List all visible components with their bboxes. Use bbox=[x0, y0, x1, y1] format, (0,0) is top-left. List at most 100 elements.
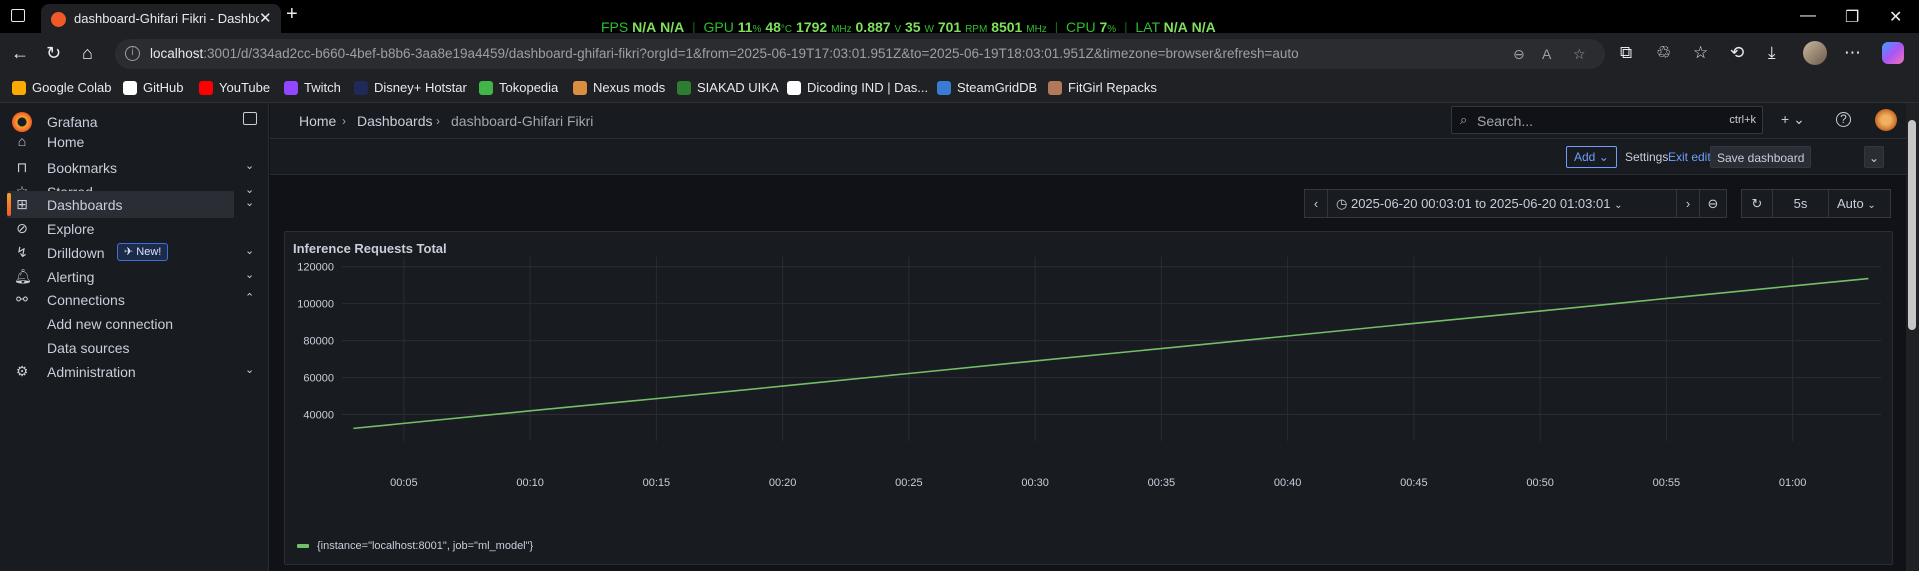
zoom-out-icon[interactable]: ⊖ bbox=[1699, 189, 1727, 218]
refresh-interval-display[interactable]: 5s bbox=[1772, 189, 1829, 218]
bookmark-item[interactable]: FitGirl Repacks bbox=[1048, 80, 1157, 95]
nav-item-connections[interactable]: ⚯ Connections ⌃ bbox=[0, 286, 269, 313]
nav-item-data-sources[interactable]: Data sources bbox=[0, 334, 269, 361]
refresh-interval-picker[interactable]: Auto ⌄ bbox=[1828, 189, 1891, 218]
nav-item-dashboards[interactable]: ⊞ Dashboards ⌄ bbox=[0, 191, 269, 218]
bookmark-item[interactable]: Nexus mods bbox=[573, 80, 665, 95]
search-icon: ⌕ bbox=[1460, 112, 1468, 127]
close-tab-icon[interactable]: ✕ bbox=[259, 9, 272, 27]
save-dashboard-button[interactable]: Save dashboard bbox=[1710, 146, 1812, 168]
bookmark-favicon-icon bbox=[284, 80, 298, 95]
user-avatar[interactable] bbox=[1875, 109, 1897, 131]
time-forward-icon[interactable]: › bbox=[1676, 189, 1700, 218]
breadcrumb-separator-icon: › bbox=[342, 114, 346, 128]
back-icon[interactable]: ← bbox=[11, 43, 29, 64]
downloads-icon[interactable]: ⤓ bbox=[1768, 43, 1776, 63]
bookmark-label: Disney+ Hotstar bbox=[374, 80, 467, 95]
chevron-down-icon[interactable]: ⌄ bbox=[245, 196, 254, 209]
favorites-icon[interactable]: ☆ bbox=[1693, 43, 1708, 63]
apps-icon: ⊞ bbox=[16, 196, 28, 212]
browser-tab-bar: dashboard-Ghifari Fikri - Dashboards - G… bbox=[0, 0, 1919, 35]
chart-panel[interactable]: Inference Requests Total 40000 60000 80000… bbox=[284, 231, 1893, 565]
x-tick-label: 00:35 bbox=[1148, 477, 1176, 489]
more-menu-icon[interactable]: ⋯ bbox=[1844, 43, 1861, 63]
time-range-picker[interactable]: ◷ 2025-06-20 00:03:01 to 2025-06-20 01:0… bbox=[1327, 189, 1677, 218]
bookmark-item[interactable]: YouTube bbox=[199, 80, 270, 95]
series-line bbox=[353, 277, 1869, 430]
bookmark-favicon-icon bbox=[787, 80, 801, 95]
bookmark-item[interactable]: SteamGridDB bbox=[937, 80, 1037, 95]
legend-label: {instance="localhost:8001", job="ml_mode… bbox=[317, 540, 534, 552]
chart-legend[interactable]: {instance="localhost:8001", job="ml_mode… bbox=[297, 540, 533, 552]
favorite-star-icon[interactable]: ☆ bbox=[1573, 46, 1586, 63]
search-input[interactable]: ⌕ Search... ctrl+k bbox=[1451, 106, 1763, 134]
grafana-top-bar: Home › Dashboards › dashboard-Ghifari Fi… bbox=[270, 103, 1919, 139]
x-tick-label: 00:15 bbox=[643, 477, 671, 489]
bookmark-item[interactable]: SIAKAD UIKA bbox=[677, 80, 779, 95]
add-button[interactable]: Add ⌄ bbox=[1566, 146, 1617, 168]
chevron-down-icon[interactable]: ⌄ bbox=[245, 268, 254, 281]
nav-label: Home bbox=[47, 134, 85, 150]
bell-icon: 🔔︎ bbox=[14, 268, 32, 284]
y-tick-label: 120000 bbox=[297, 262, 334, 274]
time-range-label: 2025-06-20 00:03:01 to 2025-06-20 01:03:… bbox=[1350, 196, 1611, 211]
bookmark-item[interactable]: Dicoding IND | Das... bbox=[787, 80, 928, 95]
chevron-up-icon[interactable]: ⌃ bbox=[245, 291, 254, 304]
extensions-icon[interactable]: ⧉ bbox=[1620, 43, 1632, 63]
chevron-down-icon[interactable]: ⌄ bbox=[245, 159, 254, 172]
history-icon[interactable]: ⟲ bbox=[1730, 43, 1744, 63]
breadcrumb-home[interactable]: Home bbox=[299, 113, 336, 129]
home-icon: ⌂ bbox=[17, 133, 27, 149]
nav-item-bookmarks[interactable]: ⊓ Bookmarks ⌄ bbox=[0, 154, 269, 181]
bookmark-label: GitHub bbox=[143, 80, 184, 95]
zoom-icon[interactable]: ⊖ bbox=[1513, 46, 1525, 63]
url-field[interactable]: i localhost:3001/d/334ad2cc-b660-4bef-b8… bbox=[115, 39, 1605, 69]
window-menu-icon[interactable] bbox=[11, 9, 25, 22]
read-aloud-icon[interactable]: A bbox=[1542, 46, 1551, 62]
refresh-icon[interactable]: ↻ bbox=[1741, 189, 1773, 218]
reload-icon[interactable]: ↻ bbox=[46, 43, 61, 64]
browser-tab[interactable]: dashboard-Ghifari Fikri - Dashboards - G… bbox=[41, 4, 281, 33]
nav-item-add-new-connection[interactable]: Add new connection bbox=[0, 310, 269, 337]
cog-icon: ⚙ bbox=[15, 363, 29, 379]
breadcrumb-separator-icon: › bbox=[436, 114, 440, 128]
nav-item-explore[interactable]: ⊘ Explore bbox=[0, 215, 269, 242]
minimize-icon[interactable]: — bbox=[1800, 7, 1816, 25]
new-tab-icon[interactable]: + bbox=[286, 3, 298, 26]
page-scrollbar-thumb[interactable] bbox=[1908, 120, 1916, 330]
breadcrumb-dashboards[interactable]: Dashboards bbox=[357, 113, 433, 129]
browser-essentials-icon[interactable]: ♲ bbox=[1656, 43, 1671, 63]
profile-avatar[interactable] bbox=[1803, 41, 1827, 65]
copilot-icon[interactable] bbox=[1882, 42, 1904, 64]
home-browser-icon[interactable]: ⌂ bbox=[82, 43, 93, 64]
help-icon[interactable]: ? bbox=[1836, 112, 1851, 127]
bookmark-label: SIAKAD UIKA bbox=[697, 80, 779, 95]
search-shortcut: ctrl+k bbox=[1729, 114, 1756, 126]
bookmark-label: Nexus mods bbox=[593, 80, 666, 95]
nav-item-home[interactable]: ⌂ Home bbox=[0, 128, 269, 155]
chevron-down-icon[interactable]: ⌄ bbox=[245, 244, 254, 257]
site-info-icon[interactable]: i bbox=[125, 46, 140, 61]
nav-label: Administration bbox=[47, 364, 136, 380]
bookmark-item[interactable]: Google Colab bbox=[12, 80, 112, 95]
nav-item-drilldown[interactable]: ↯ Drilldown ✈ New! ⌄ bbox=[0, 239, 269, 266]
bookmark-favicon-icon bbox=[677, 80, 691, 95]
bookmark-item[interactable]: Twitch bbox=[284, 80, 341, 95]
y-tick-label: 60000 bbox=[303, 373, 334, 385]
chevron-down-icon[interactable]: ⌄ bbox=[245, 363, 254, 376]
restore-icon[interactable]: ❐ bbox=[1845, 7, 1859, 27]
dock-menu-icon[interactable] bbox=[243, 112, 257, 125]
exit-edit-button[interactable]: Exit edit bbox=[1662, 146, 1717, 168]
chevron-down-icon: ⌄ bbox=[1614, 200, 1623, 211]
bookmark-item[interactable]: Disney+ Hotstar bbox=[354, 80, 467, 95]
save-options-chevron-icon[interactable]: ⌄ bbox=[1864, 146, 1885, 168]
window-close-icon[interactable]: ✕ bbox=[1889, 7, 1902, 27]
legend-swatch bbox=[297, 544, 309, 548]
new-plus-icon[interactable]: + ⌄ bbox=[1781, 111, 1805, 128]
time-back-icon[interactable]: ‹ bbox=[1304, 189, 1328, 218]
connections-icon: ⚯ bbox=[16, 291, 28, 307]
nav-item-administration[interactable]: ⚙ Administration ⌄ bbox=[0, 358, 269, 385]
bookmark-item[interactable]: Tokopedia bbox=[479, 80, 558, 95]
bookmark-favicon-icon bbox=[12, 80, 26, 95]
bookmark-item[interactable]: GitHub bbox=[123, 80, 183, 95]
